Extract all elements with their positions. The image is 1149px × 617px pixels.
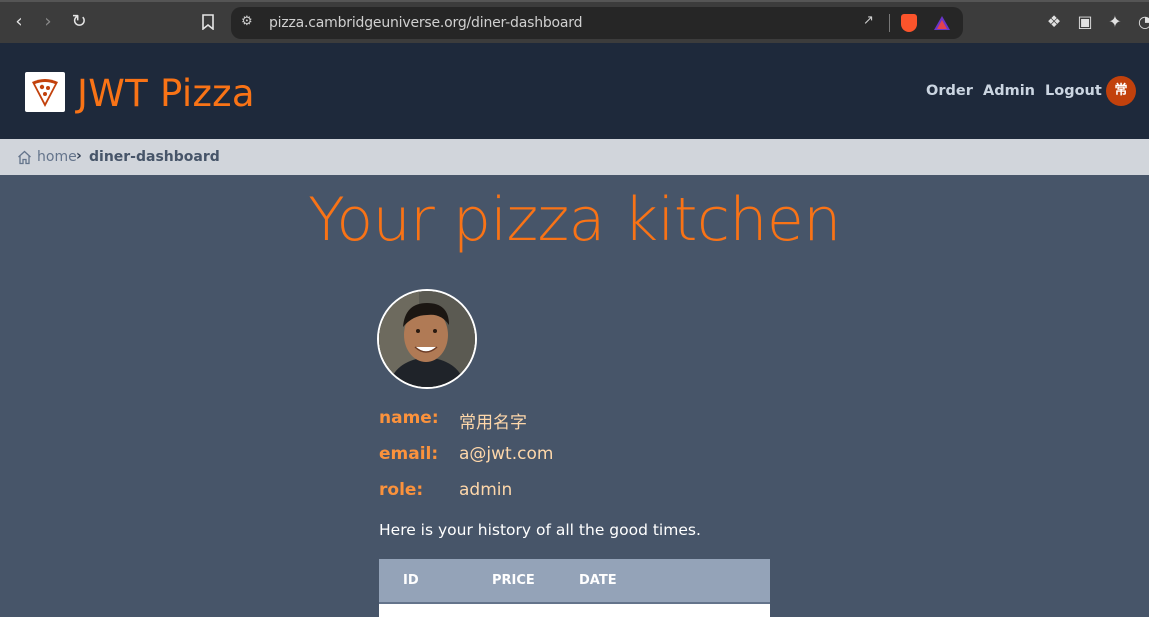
back-icon[interactable]: ‹ xyxy=(8,11,30,33)
breadcrumb-home-link[interactable]: home xyxy=(37,149,77,165)
role-label: role: xyxy=(379,480,424,500)
column-header-id: ID xyxy=(403,573,419,588)
breadcrumb-current: diner-dashboard xyxy=(89,149,220,165)
nav-logout-link[interactable]: Logout xyxy=(1045,83,1102,99)
address-bar[interactable]: ⚙ pizza.cambridgeuniverse.org/diner-dash… xyxy=(231,7,963,39)
sidebar-icon[interactable]: ▣ xyxy=(1075,12,1095,32)
share-icon[interactable]: ↗ xyxy=(863,13,874,28)
forward-icon[interactable]: › xyxy=(37,11,59,33)
page-title: Your pizza kitchen xyxy=(308,185,841,255)
leo-ai-icon[interactable]: ✦ xyxy=(1105,12,1125,32)
breadcrumb: home › diner-dashboard xyxy=(0,139,1149,175)
name-label: name: xyxy=(379,408,439,428)
column-header-date: DATE xyxy=(579,573,617,588)
email-value: a@jwt.com xyxy=(459,444,554,464)
bookmark-icon[interactable] xyxy=(197,11,219,33)
pizza-logo-icon[interactable] xyxy=(25,72,65,112)
brave-shield-icon[interactable] xyxy=(901,14,917,32)
home-icon xyxy=(18,150,31,165)
vpn-icon[interactable]: ◔ xyxy=(1135,12,1149,32)
column-header-price: PRICE xyxy=(492,573,535,588)
chevron-right-icon: › xyxy=(76,148,82,164)
table-row xyxy=(379,604,770,617)
app-header: JWT Pizza Order Admin Logout 常 xyxy=(0,43,1149,139)
app-title[interactable]: JWT Pizza xyxy=(77,72,255,115)
site-settings-icon[interactable]: ⚙ xyxy=(241,14,253,29)
url-text: pizza.cambridgeuniverse.org/diner-dashbo… xyxy=(269,15,583,31)
nav-order-link[interactable]: Order xyxy=(926,83,973,99)
nav-admin-link[interactable]: Admin xyxy=(983,83,1035,99)
history-description: Here is your history of all the good tim… xyxy=(379,521,701,539)
role-value: admin xyxy=(459,480,513,500)
divider xyxy=(889,14,890,32)
order-history-table-header: ID PRICE DATE xyxy=(379,559,770,604)
name-value: 常用名字 xyxy=(459,413,527,433)
extensions-icon[interactable]: ❖ xyxy=(1044,12,1064,32)
brave-rewards-icon[interactable] xyxy=(933,15,951,31)
browser-toolbar: ‹ › ↻ ⚙ pizza.cambridgeuniverse.org/dine… xyxy=(0,0,1149,43)
user-avatar[interactable]: 常 xyxy=(1106,76,1136,106)
reload-icon[interactable]: ↻ xyxy=(68,11,90,33)
email-label: email: xyxy=(379,444,439,464)
profile-avatar xyxy=(377,289,477,389)
